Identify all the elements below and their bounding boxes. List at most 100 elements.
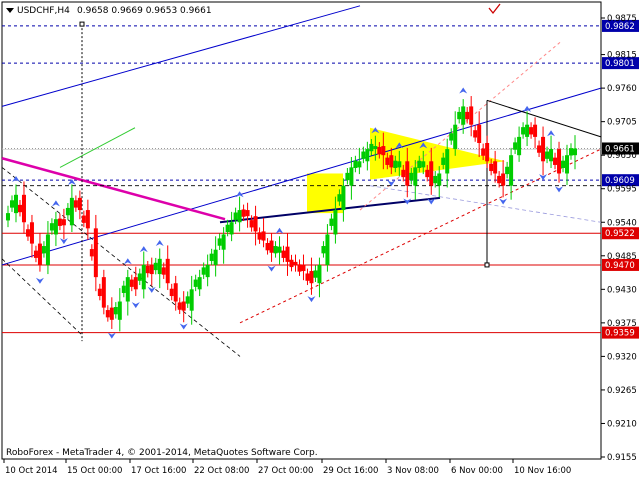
candle-body — [541, 136, 546, 162]
candle-body — [361, 151, 366, 159]
candle-body — [153, 262, 158, 271]
price-chart[interactable]: USDCHF,H4 0.9658 0.9669 0.9653 0.9661 0.… — [0, 0, 640, 480]
anchor-point[interactable] — [79, 21, 85, 27]
candle-body — [377, 146, 382, 155]
candle-body — [145, 265, 150, 274]
candle-body — [81, 215, 86, 223]
candle-body — [461, 106, 466, 125]
candle-body — [21, 194, 26, 223]
y-tick-label: 0.9430 — [607, 285, 637, 295]
candle-body — [181, 301, 186, 311]
candle-body — [253, 216, 258, 232]
candle-body — [277, 246, 282, 253]
candle-body — [85, 210, 90, 229]
candle-body — [333, 210, 338, 235]
candle-body — [309, 271, 314, 284]
candle-body — [521, 127, 526, 135]
candle-body — [93, 228, 98, 278]
candle-body — [281, 250, 286, 258]
candle-body — [237, 210, 242, 223]
candle-body — [477, 124, 482, 143]
price-tag-label: 0.9359 — [605, 329, 635, 339]
candle-body — [217, 238, 222, 246]
candle-body — [369, 143, 374, 152]
candle-body — [245, 210, 250, 217]
candle-body — [29, 222, 34, 244]
candle-body — [97, 288, 102, 297]
candle-body — [317, 264, 322, 284]
candle-body — [409, 172, 414, 181]
candle-body — [313, 270, 318, 278]
candle-body — [429, 161, 434, 186]
y-tick-label: 0.9705 — [607, 118, 637, 128]
candle-body — [537, 145, 542, 153]
candle-body — [297, 264, 302, 272]
x-tick-label: 10 Oct 2014 — [5, 466, 58, 476]
y-tick-label: 0.9265 — [607, 386, 637, 396]
candle-body — [293, 261, 298, 265]
price-tag-label: 0.9470 — [605, 261, 635, 271]
x-tick-label: 17 Oct 16:00 — [131, 466, 186, 476]
candle-body — [125, 277, 130, 302]
candle-body — [9, 200, 14, 208]
candle-body — [501, 173, 506, 186]
candle-body — [77, 197, 82, 211]
y-tick-label: 0.9210 — [607, 419, 637, 429]
candle-body — [69, 197, 74, 226]
candle-body — [193, 279, 198, 287]
copyright-label: RoboForex - MetaTrader 4, © 2001-2014, M… — [6, 448, 318, 458]
candle-body — [53, 219, 58, 235]
candle-body — [329, 218, 334, 226]
candle-body — [57, 218, 62, 226]
candle-body — [305, 273, 310, 281]
y-tick-label: 0.9320 — [607, 352, 637, 362]
candle-body — [265, 242, 270, 251]
candle-body — [417, 160, 422, 168]
y-tick-label: 0.9375 — [607, 319, 637, 329]
candle-body — [25, 229, 30, 237]
candle-body — [529, 127, 534, 135]
candle-body — [557, 149, 562, 174]
candle-body — [121, 285, 126, 293]
candle-body — [449, 133, 454, 141]
x-tick-label: 29 Oct 16:00 — [323, 466, 378, 476]
pattern-rectangle[interactable] — [307, 173, 343, 214]
candle-body — [445, 149, 450, 174]
candle-body — [261, 231, 266, 241]
candle-body — [457, 111, 462, 120]
x-tick-label: 15 Oct 00:00 — [67, 466, 122, 476]
candle-body — [233, 212, 238, 220]
candle-body — [301, 264, 306, 272]
candle-body — [213, 249, 218, 265]
candle-body — [173, 283, 178, 302]
candle-body — [49, 223, 54, 231]
candle-body — [341, 185, 346, 211]
candle-body — [129, 279, 134, 287]
candle-body — [353, 160, 358, 168]
candle-body — [13, 194, 18, 214]
anchor-point[interactable] — [484, 262, 490, 268]
candle-body — [473, 130, 478, 138]
candle-body — [505, 166, 510, 175]
y-tick-label: 0.9155 — [607, 453, 637, 463]
candle-body — [393, 160, 398, 168]
candle-body — [89, 249, 94, 257]
candle-body — [225, 224, 230, 233]
x-tick-label: 27 Oct 00:00 — [258, 466, 313, 476]
candle-body — [185, 296, 190, 304]
candle-body — [385, 157, 390, 165]
ohlc-readout: 0.9658 0.9669 0.9653 0.9661 — [77, 6, 212, 16]
candle-body — [241, 209, 246, 217]
candle-body — [561, 160, 566, 168]
candle-body — [441, 157, 446, 165]
x-tick-label: 10 Nov 16:00 — [514, 466, 571, 476]
candle-body — [321, 246, 326, 254]
candle-body — [17, 204, 22, 213]
candle-body — [113, 307, 118, 315]
candle-body — [169, 288, 174, 297]
candle-body — [549, 149, 554, 162]
candle-body — [405, 161, 410, 186]
y-tick-label: 0.9595 — [607, 185, 637, 195]
candle-body — [493, 161, 498, 174]
candle-body — [469, 106, 474, 125]
